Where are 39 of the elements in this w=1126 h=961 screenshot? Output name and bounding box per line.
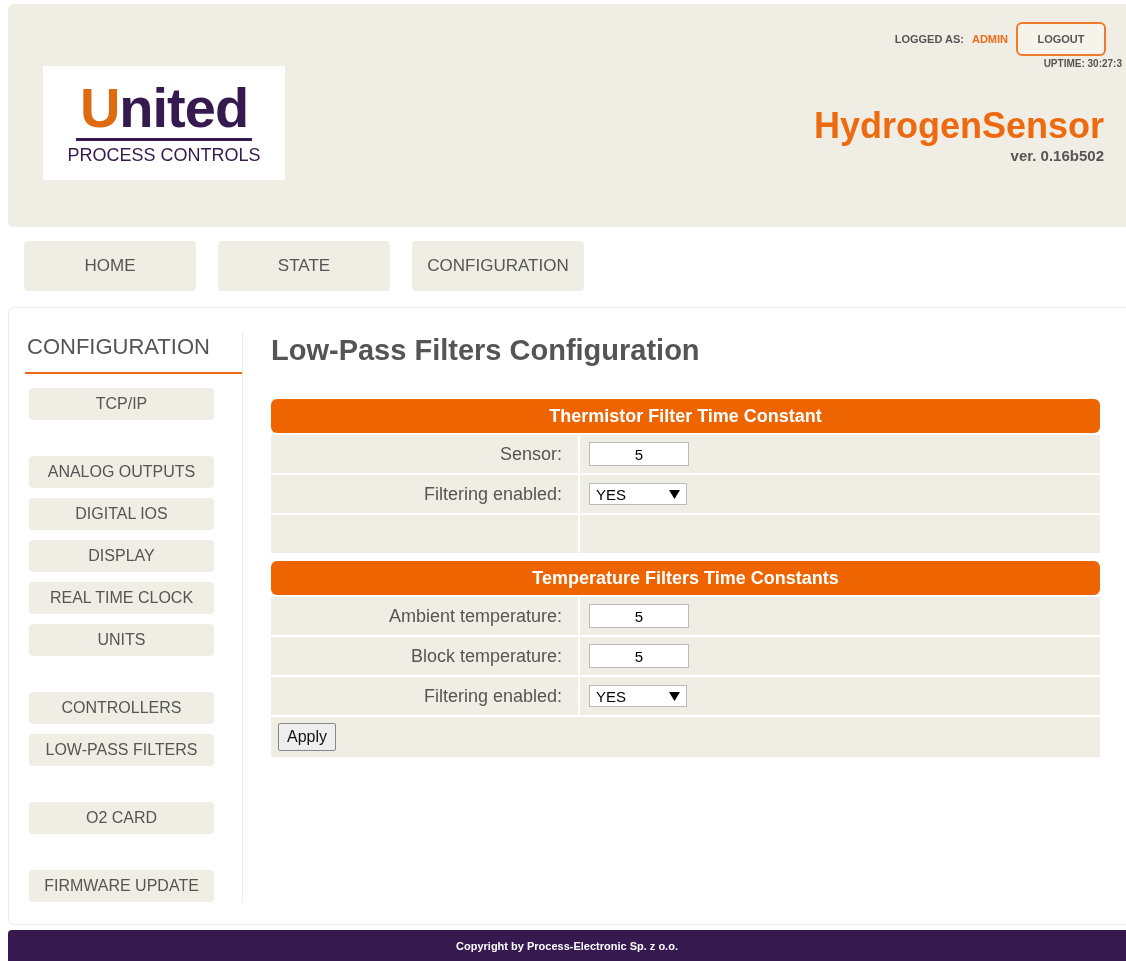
sidebar-title: CONFIGURATION: [25, 332, 242, 374]
sidebar-item[interactable]: ANALOG OUTPUTS: [29, 456, 214, 488]
logo-name: United: [75, 80, 253, 141]
sidebar-item[interactable]: CONTROLLERS: [29, 692, 214, 724]
footer: Copyright by Process-Electronic Sp. z o.o.: [8, 930, 1126, 961]
section-header: Temperature Filters Time Constants: [271, 561, 1100, 595]
product-name: HydrogenSensor: [813, 105, 1104, 147]
version: ver. 0.16b502: [1010, 147, 1104, 164]
nav-button[interactable]: STATE: [218, 241, 390, 291]
nav-button[interactable]: CONFIGURATION: [412, 241, 584, 291]
select-field[interactable]: YES: [589, 483, 687, 505]
sidebar-item[interactable]: O2 CARD: [29, 802, 214, 834]
input-field[interactable]: 5: [589, 442, 689, 466]
field-label: Sensor:: [271, 435, 578, 473]
caret-icon: [669, 691, 680, 701]
sidebar-item[interactable]: DIGITAL IOS: [29, 498, 214, 530]
section-header: Thermistor Filter Time Constant: [271, 399, 1100, 433]
input-field[interactable]: 5: [589, 644, 689, 668]
sidebar-item[interactable]: TCP/IP: [29, 388, 214, 420]
input-field[interactable]: 5: [589, 604, 689, 628]
sidebar-item[interactable]: REAL TIME CLOCK: [29, 582, 214, 614]
nav-button[interactable]: HOME: [24, 241, 196, 291]
sidebar-item[interactable]: UNITS: [29, 624, 214, 656]
apply-button[interactable]: Apply: [278, 723, 337, 751]
sidebar-item[interactable]: DISPLAY: [29, 540, 214, 572]
logged-label: LOGGED AS:: [894, 33, 964, 45]
field-label: Filtering enabled:: [271, 677, 578, 715]
field-label: Block temperature:: [271, 637, 578, 675]
logout-button[interactable]: LOGOUT: [1016, 22, 1106, 56]
select-field[interactable]: YES: [589, 685, 687, 707]
uptime: UPTIME: 30:27:3: [1043, 58, 1122, 69]
sidebar-item[interactable]: LOW-PASS FILTERS: [29, 734, 214, 766]
logo-tagline: PROCESS CONTROLS: [67, 145, 261, 166]
field-label: Filtering enabled:: [271, 475, 578, 513]
page-title: Low-Pass Filters Configuration: [271, 334, 701, 367]
user-name: ADMIN: [971, 33, 1008, 45]
caret-icon: [669, 489, 680, 499]
sidebar-item[interactable]: FIRMWARE UPDATE: [29, 870, 214, 902]
field-label: Ambient temperature:: [271, 597, 578, 635]
